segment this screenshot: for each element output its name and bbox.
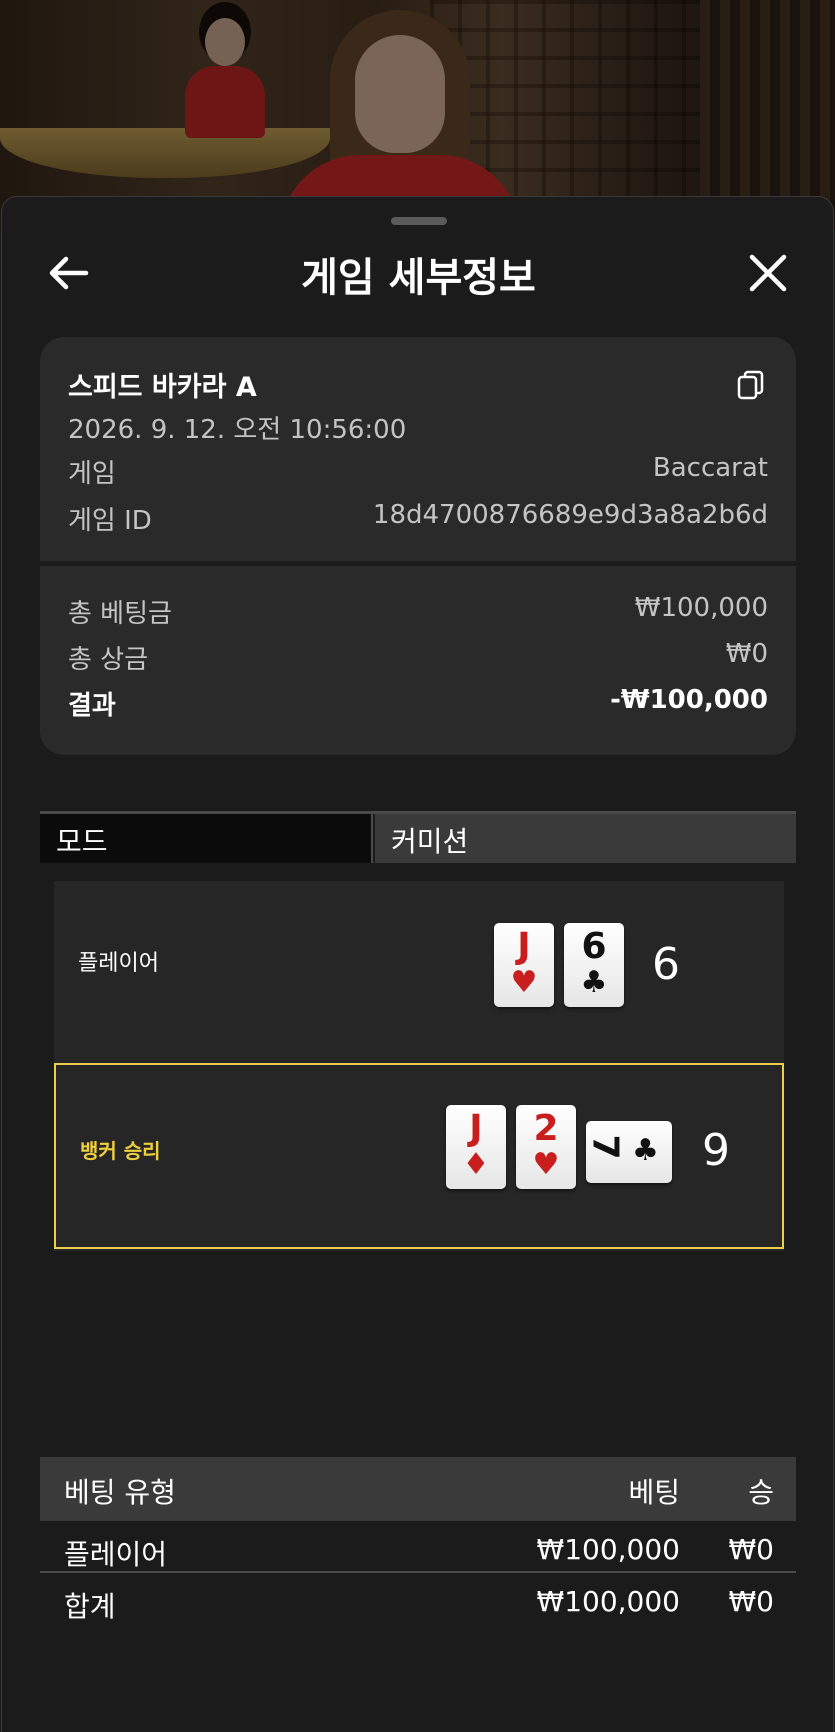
mode-value: 커미션	[391, 825, 469, 858]
mode-value-cell: 커미션	[375, 814, 796, 863]
total-type-cell: 합계	[64, 1590, 116, 1623]
banker-card-3-sideways: 7 ♣	[585, 1121, 672, 1183]
close-icon	[749, 254, 787, 292]
player-score: 6	[652, 939, 680, 990]
game-id-row: 게임 ID 18d4700876689e9d3a8a2b6d	[68, 500, 768, 536]
total-win-label: 총 상금	[68, 645, 149, 675]
club-suit-icon: ♣	[580, 965, 608, 1000]
game-id-value: 18d4700876689e9d3a8a2b6d	[372, 500, 768, 530]
total-row: 합계 ₩100,000 ₩0	[40, 1573, 796, 1623]
sheet-header: 게임 세부정보	[2, 237, 835, 307]
total-win-row: 총 상금 ₩0	[68, 639, 768, 675]
card-divider	[40, 561, 796, 566]
total-bet-value: ₩100,000	[634, 593, 768, 623]
bets-table-header: 베팅 유형 베팅 승	[40, 1457, 796, 1521]
page-title: 게임 세부정보	[301, 255, 536, 301]
result-row: 결과 -₩100,000	[68, 685, 768, 721]
club-suit-icon: ♣	[632, 1133, 659, 1168]
mode-label-cell: 모드	[40, 814, 373, 863]
player-card-2: 6 ♣	[564, 923, 624, 1007]
player-hand: 플레이어 J ♥ 6 ♣ 6	[54, 881, 784, 1061]
total-bet-label: 총 베팅금	[68, 599, 172, 629]
total-bet-cell: ₩100,000	[536, 1585, 680, 1618]
copy-button[interactable]	[736, 369, 766, 401]
result-value: -₩100,000	[610, 685, 768, 715]
player-label: 플레이어	[78, 951, 159, 976]
mode-bar: 모드 커미션	[40, 811, 796, 863]
back-button[interactable]	[46, 253, 90, 293]
banker-score: 9	[702, 1125, 730, 1176]
banker-card-1: J ♦	[446, 1105, 506, 1189]
hands-panel: 플레이어 J ♥ 6 ♣ 6 뱅커 승리 J ♦ 2 ♥ 7 ♣ 9	[54, 881, 784, 1251]
banker-card-2: 2 ♥	[516, 1105, 576, 1189]
player-card-1: J ♥	[494, 923, 554, 1007]
game-id-label: 게임 ID	[68, 506, 152, 536]
game-type-row: 게임 Baccarat	[68, 453, 768, 489]
copy-icon	[737, 370, 764, 400]
banker-hand-winner: 뱅커 승리 J ♦ 2 ♥ 7 ♣ 9	[54, 1063, 784, 1249]
arrow-left-icon	[49, 256, 89, 290]
banker-label: 뱅커 승리	[80, 1139, 161, 1163]
total-win-value: ₩0	[725, 639, 768, 669]
game-type-value: Baccarat	[652, 453, 768, 483]
heart-suit-icon: ♥	[532, 1147, 560, 1182]
game-summary-card: 스피드 바카라 A 2026. 9. 12. 오전 10:56:00 게임 Ba…	[40, 337, 796, 755]
bet-amount-header: 베팅	[628, 1476, 680, 1509]
mode-label: 모드	[56, 825, 108, 858]
game-name: 스피드 바카라 A	[68, 372, 257, 403]
diamond-suit-icon: ♦	[462, 1147, 490, 1182]
win-amount-cell: ₩0	[728, 1533, 775, 1566]
win-amount-header: 승	[748, 1476, 774, 1509]
heart-suit-icon: ♥	[510, 965, 538, 1000]
bet-type-header: 베팅 유형	[64, 1476, 176, 1509]
game-details-sheet: 게임 세부정보 스피드 바카라 A 2026. 9. 12. 오전 10:56:…	[1, 196, 834, 1732]
result-label: 결과	[68, 691, 116, 721]
drag-handle[interactable]	[391, 217, 447, 225]
total-win-cell: ₩0	[728, 1585, 775, 1618]
table-row: 플레이어 ₩100,000 ₩0	[40, 1521, 796, 1571]
game-datetime: 2026. 9. 12. 오전 10:56:00	[68, 415, 407, 445]
game-type-label: 게임	[68, 459, 116, 489]
bet-type-cell: 플레이어	[64, 1538, 168, 1571]
total-bet-row: 총 베팅금 ₩100,000	[68, 593, 768, 629]
bet-amount-cell: ₩100,000	[536, 1533, 680, 1566]
close-button[interactable]	[746, 251, 790, 295]
